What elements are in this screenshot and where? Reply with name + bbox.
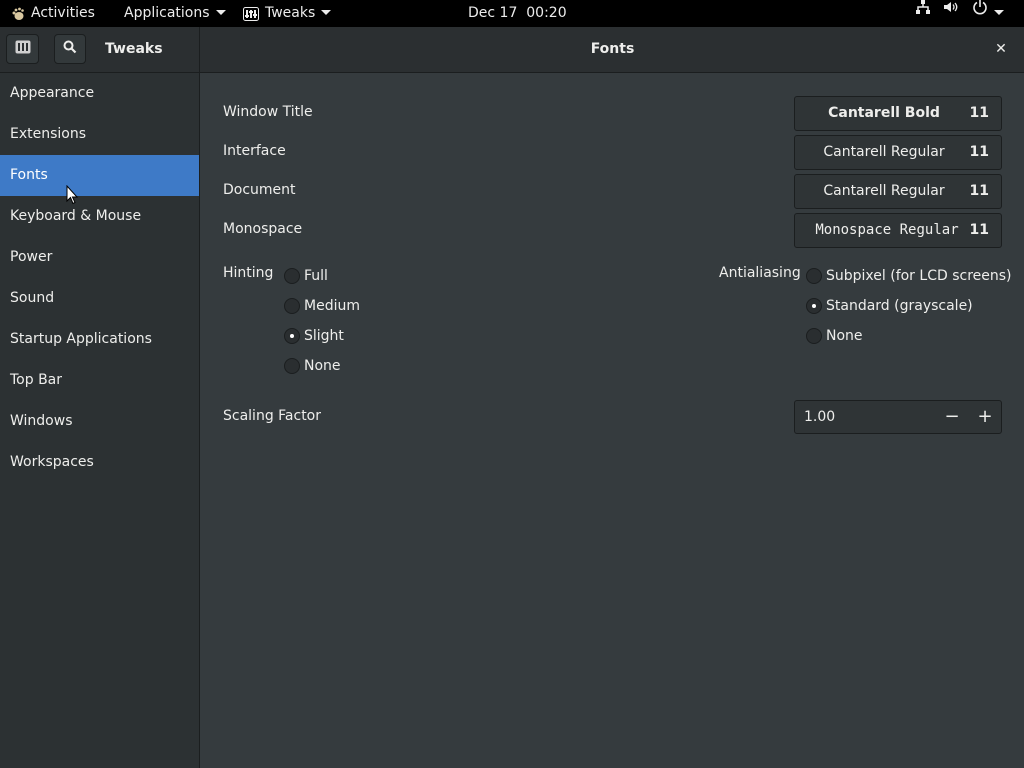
chevron-down-icon <box>321 9 332 15</box>
radio-label: Subpixel (for LCD screens) <box>826 268 1012 284</box>
search-button[interactable] <box>54 34 86 64</box>
search-icon <box>63 40 77 58</box>
sidebar-item-power[interactable]: Power <box>0 237 199 278</box>
increase-button[interactable]: + <box>969 401 1001 433</box>
activities-label: Activities <box>31 5 95 21</box>
applications-label: Applications <box>124 5 210 21</box>
interface-font-button[interactable]: Cantarell Regular 11 <box>794 135 1002 170</box>
sidebar-item-workspaces[interactable]: Workspaces <box>0 442 199 483</box>
app-menu[interactable]: Tweaks <box>243 0 332 27</box>
app-menu-label: Tweaks <box>265 5 316 21</box>
scaling-factor-value[interactable]: 1.00 <box>804 401 835 433</box>
radio-label: None <box>304 358 341 374</box>
antialiasing-label: Antialiasing <box>719 265 801 281</box>
sidebar-item-appearance[interactable]: Appearance <box>0 73 199 114</box>
monospace-label: Monospace <box>223 221 303 237</box>
sidebar-item-startup-applications[interactable]: Startup Applications <box>0 319 199 360</box>
close-button[interactable]: ✕ <box>986 27 1016 72</box>
scaling-factor-label: Scaling Factor <box>223 408 322 424</box>
sidebar-item-extensions[interactable]: Extensions <box>0 114 199 155</box>
fonts-panel: Window Title Cantarell Bold 11 Interface… <box>201 73 1024 768</box>
radio-icon <box>284 268 300 284</box>
interface-label: Interface <box>223 143 286 159</box>
chevron-down-icon <box>215 9 226 15</box>
datetime-label: Dec 17 00:20 <box>468 5 567 21</box>
sidebar-header: Tweaks <box>0 27 200 72</box>
font-size: 11 <box>969 183 989 199</box>
radio-label: Slight <box>304 328 344 344</box>
radio-icon <box>284 298 300 314</box>
tweaks-icon <box>15 40 31 58</box>
radio-checked-icon <box>284 328 300 344</box>
document-font-button[interactable]: Cantarell Regular 11 <box>794 174 1002 209</box>
mouse-cursor-icon <box>66 184 79 205</box>
system-menu[interactable] <box>915 0 1004 27</box>
scaling-factor-spinbutton[interactable]: 1.00 − + <box>794 400 1002 434</box>
font-name: Cantarell Regular <box>823 144 945 160</box>
hinting-label: Hinting <box>223 265 274 281</box>
power-icon <box>972 0 988 24</box>
sidebar-item-top-bar[interactable]: Top Bar <box>0 360 199 401</box>
font-name: Cantarell Regular <box>823 183 945 199</box>
decrease-button[interactable]: − <box>936 401 968 433</box>
clock[interactable]: Dec 17 00:20 <box>468 0 567 27</box>
volume-icon <box>943 0 959 24</box>
font-name: Monospace Regular <box>815 222 959 238</box>
sidebar-item-fonts[interactable]: Fonts <box>0 155 199 196</box>
sidebar-item-sound[interactable]: Sound <box>0 278 199 319</box>
document-label: Document <box>223 182 296 198</box>
gnome-foot-icon <box>11 4 25 20</box>
applications-menu[interactable]: Applications <box>124 0 226 27</box>
radio-label: Full <box>304 268 328 284</box>
close-icon: ✕ <box>995 41 1007 57</box>
window-title-label: Window Title <box>223 104 313 120</box>
page-title: Fonts <box>590 41 635 57</box>
tweaks-app-icon <box>243 4 259 21</box>
font-size: 11 <box>969 144 989 160</box>
monospace-font-button[interactable]: Monospace Regular 11 <box>794 213 1002 248</box>
sidebar: Appearance Extensions Fonts Keyboard & M… <box>0 73 200 768</box>
chevron-down-icon <box>993 9 1004 15</box>
header-bar: Tweaks Fonts ✕ <box>0 27 1024 73</box>
radio-label: Standard (grayscale) <box>826 298 973 314</box>
font-name: Cantarell Bold <box>828 105 940 121</box>
font-size: 11 <box>969 222 989 238</box>
window-title-font-button[interactable]: Cantarell Bold 11 <box>794 96 1002 131</box>
app-menu-button[interactable] <box>6 34 39 64</box>
font-size: 11 <box>969 105 989 121</box>
radio-checked-icon <box>806 298 822 314</box>
radio-icon <box>806 328 822 344</box>
sidebar-item-windows[interactable]: Windows <box>0 401 199 442</box>
sidebar-title: Tweaks <box>105 41 163 57</box>
activities-button[interactable]: Activities <box>11 0 95 27</box>
network-icon <box>915 0 931 24</box>
radio-label: None <box>826 328 863 344</box>
radio-icon <box>806 268 822 284</box>
radio-icon <box>284 358 300 374</box>
sidebar-item-keyboard-mouse[interactable]: Keyboard & Mouse <box>0 196 199 237</box>
radio-label: Medium <box>304 298 360 314</box>
top-bar: Activities Applications Tweaks Dec 17 00… <box>0 0 1024 27</box>
